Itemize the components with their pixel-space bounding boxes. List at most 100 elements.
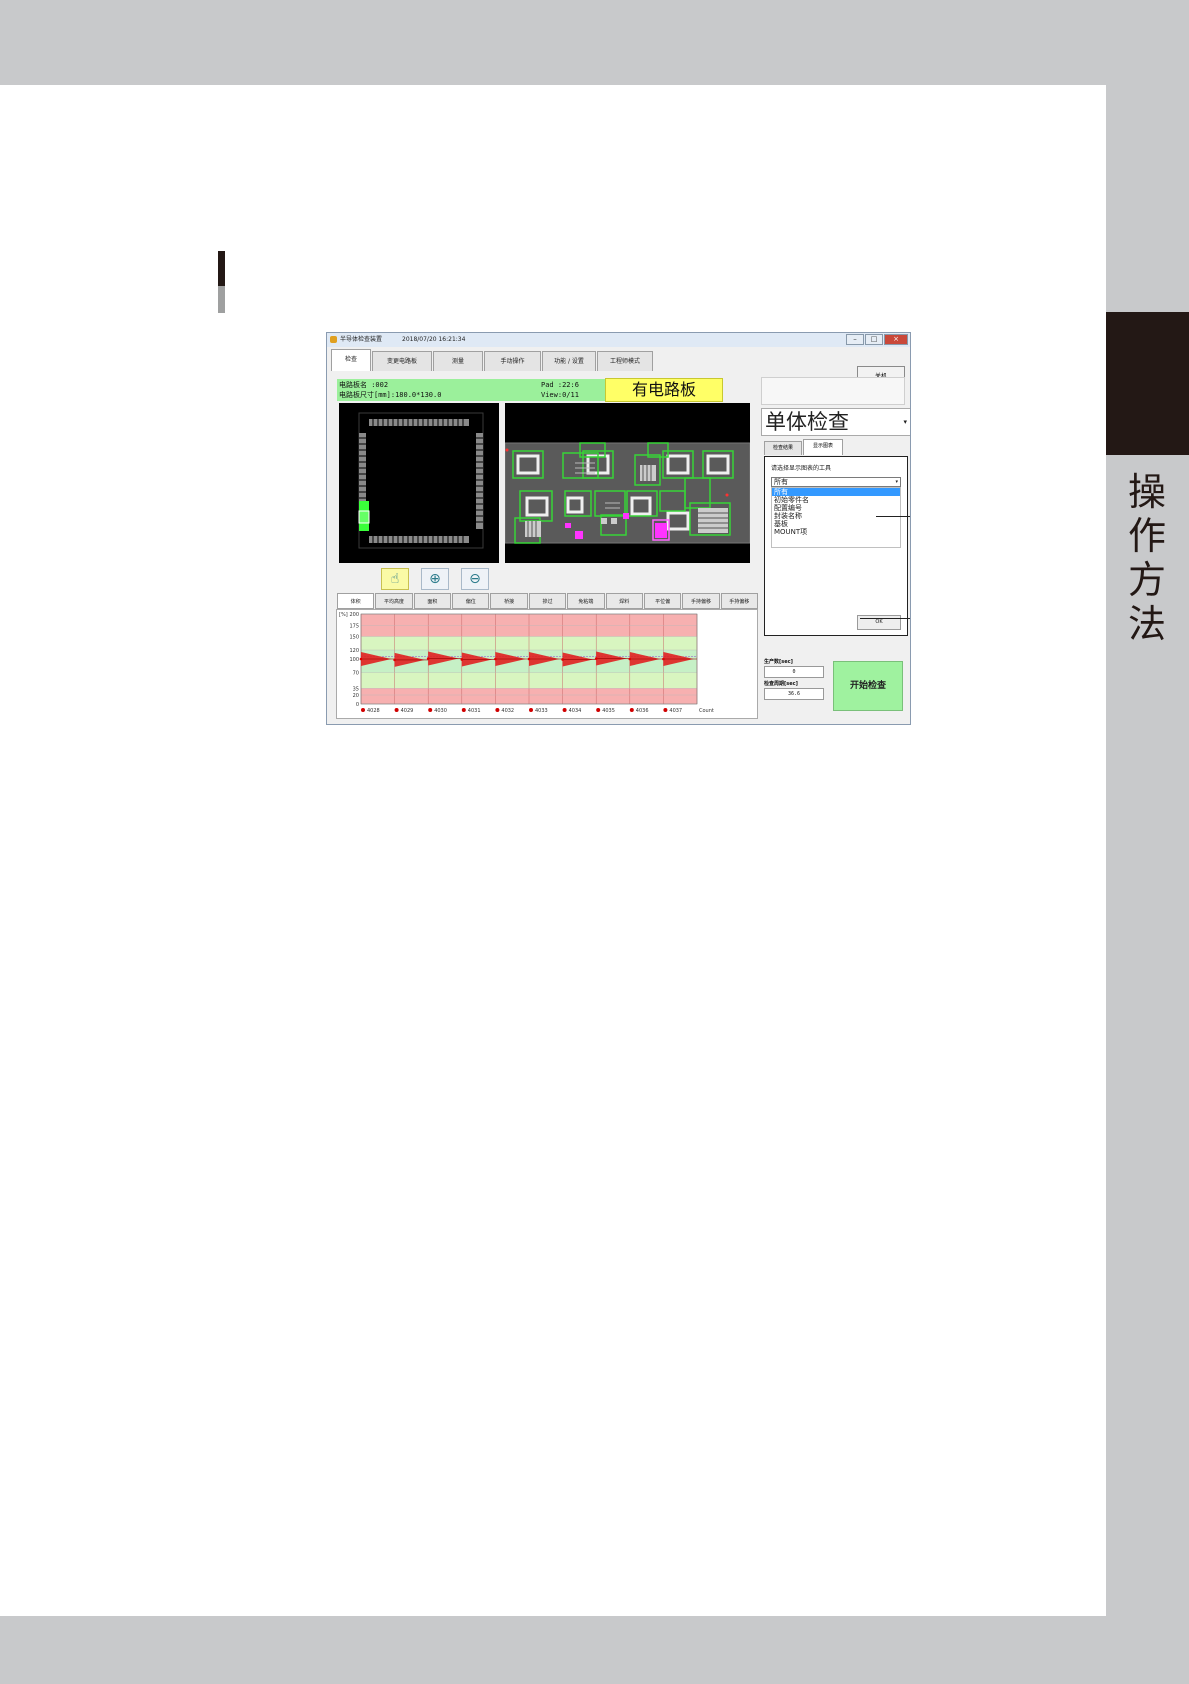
tab-show-chart[interactable]: 显示图表 <box>803 439 843 455</box>
chart-svg: 0 2035 70 100 120 150 175 200[%] 4028 4029 4030 403… <box>339 612 714 714</box>
chevron-down-icon: ▾ <box>903 418 907 426</box>
tab-change-board[interactable]: 变更电路板 <box>372 351 432 371</box>
tab-settings[interactable]: 功能 / 设置 <box>542 351 596 371</box>
chart-xtick-label: 4034 <box>569 708 582 714</box>
chart-point <box>426 657 430 660</box>
tool-option[interactable]: 配置编号 <box>772 504 900 512</box>
pcb-graphic <box>504 442 751 544</box>
chart-ytick-label: 200 <box>349 612 359 618</box>
tab-inspection-result[interactable]: 检查结果 <box>764 441 802 455</box>
tool-option[interactable]: 基板 <box>772 520 900 528</box>
chart-xtick-marker <box>663 708 668 712</box>
chart-ytick-label: 150 <box>349 635 359 641</box>
start-inspection-button[interactable]: 开始检查 <box>833 661 903 711</box>
board-info-bar: 电路板名 :002 电路板尺寸[mm]:180.0*130.0 Pad :22:… <box>337 379 608 401</box>
chart-ytick-label: 35 <box>353 686 359 692</box>
board-overview-graphic <box>358 412 484 549</box>
heading-marker-shade <box>218 286 225 313</box>
callout-line-list <box>876 516 910 517</box>
chart-xtick-marker <box>629 708 634 712</box>
chart-ytick-label: 100 <box>349 657 359 663</box>
result-tab[interactable]: 体积 <box>337 593 375 609</box>
cycle-value: 36.6 <box>764 688 824 700</box>
chart-xlabel: Count <box>699 708 714 714</box>
chart-xtick-label: 4035 <box>602 708 615 714</box>
cycle-label: 检查周期[sec] <box>764 681 798 687</box>
chart-point <box>494 657 497 661</box>
tool-option[interactable]: MOUNT项 <box>772 528 900 536</box>
board-name: 电路板名 :002 <box>339 381 389 389</box>
chart-xtick-label: 4036 <box>636 708 649 714</box>
result-tab[interactable]: 手持偏移 <box>682 593 720 609</box>
result-tab[interactable]: 桥接 <box>490 593 528 609</box>
hand-pointer-icon[interactable]: ☝ <box>381 568 409 590</box>
chart-point <box>393 658 396 662</box>
app-window: 半导体检查装置 2018/07/20 16:21:34 – □ × 检查 变更电… <box>326 332 911 725</box>
section-tab-label: 操作方法 <box>1122 470 1172 646</box>
production-panel: 生产数[sec] 0 检查周期[sec] 36.6 <box>764 658 826 718</box>
chart-ytick-label: 70 <box>353 671 359 677</box>
chart-xtick-marker <box>495 708 500 712</box>
window-title: 半导体检查装置 <box>340 336 383 343</box>
result-tab[interactable]: 免粘端 <box>567 593 605 609</box>
result-tab[interactable]: 偏位 <box>452 593 490 609</box>
result-tab[interactable]: 平位偏 <box>643 593 682 609</box>
chart-point <box>561 658 564 661</box>
chart-xtick-marker <box>461 708 466 712</box>
board-status-button[interactable]: 有电路板 <box>605 378 723 402</box>
callout-line-ok <box>860 618 910 619</box>
status-display <box>761 377 905 405</box>
tab-inspection[interactable]: 检查 <box>331 349 371 371</box>
minimize-icon[interactable]: – <box>846 334 864 345</box>
tab-manual[interactable]: 手动操作 <box>484 351 541 371</box>
zoom-in-icon[interactable]: ⊕ <box>421 568 449 590</box>
maximize-icon[interactable]: □ <box>865 334 883 345</box>
section-tab-char: 方 <box>1127 558 1166 602</box>
inspection-view[interactable] <box>504 403 751 563</box>
chart-point <box>628 657 632 661</box>
section-tab-char: 作 <box>1127 514 1166 558</box>
result-tabs: 体积 平均高度 面积 偏位 桥接 掺过 免粘端 焊料 平位偏 手持偏移 手持偏移 <box>337 593 759 609</box>
section-tab-char: 法 <box>1127 602 1166 646</box>
section-tab-marker <box>1106 312 1189 455</box>
chart-point <box>662 657 665 661</box>
board-overview[interactable] <box>339 403 499 563</box>
result-tab[interactable]: 面积 <box>413 593 452 609</box>
result-tab[interactable]: 焊料 <box>605 593 643 609</box>
chevron-down-icon: ▾ <box>895 479 898 485</box>
chart-xtick-label: 4030 <box>434 708 447 714</box>
chart-xtick-marker <box>596 708 601 712</box>
tab-measure[interactable]: 测量 <box>433 351 483 371</box>
chart-ytick-label: 0 <box>356 702 359 708</box>
chart-ytick-label: 20 <box>353 693 359 699</box>
tab-engineer[interactable]: 工程师模式 <box>597 351 653 371</box>
title-bar: 半导体检查装置 2018/07/20 16:21:34 – □ × <box>327 333 910 347</box>
chart-xtick-label: 4028 <box>367 708 380 714</box>
section-tab-char: 操 <box>1127 470 1166 514</box>
result-tab[interactable]: 平均高度 <box>375 593 413 609</box>
mode-select[interactable]: 单体检查 ▾ <box>761 408 910 436</box>
chart-xtick-marker <box>529 708 533 712</box>
tool-option[interactable]: 所有 <box>772 488 900 496</box>
result-tab[interactable]: 掺过 <box>528 593 567 609</box>
mode-value: 单体检查 <box>765 410 849 434</box>
result-tab[interactable]: 手持偏移 <box>720 593 758 609</box>
chart-point <box>460 658 464 661</box>
main-tabs: 检查 变更电路板 测量 手动操作 功能 / 设置 工程师模式 关机 <box>327 349 910 386</box>
zoom-out-icon[interactable]: ⊖ <box>461 568 489 590</box>
measurement-chart: 0 20 35 70 100 120 150 175 200 [%] 4028 4029 4030 403… <box>336 609 758 719</box>
tool-select[interactable]: 所有 ▾ <box>771 477 901 487</box>
chart-xtick-label: 4033 <box>535 708 548 714</box>
close-icon[interactable]: × <box>884 334 908 345</box>
chart-xtick-marker <box>394 708 399 712</box>
tool-option[interactable]: 初始零件名 <box>772 496 900 504</box>
chart-xtick-label: 4037 <box>669 708 682 714</box>
chart-xtick-marker <box>361 708 365 712</box>
chart-xtick-label: 4029 <box>401 708 414 714</box>
chart-point <box>527 657 531 661</box>
chart-point <box>594 657 598 660</box>
chart-ytick-label: 120 <box>349 648 359 654</box>
tool-options-list: 所有 初始零件名 配置编号 封装名称 基板 MOUNT项 <box>771 487 901 548</box>
chart-xtick-marker <box>562 708 567 712</box>
chart-ylabel: [%] <box>339 612 348 618</box>
